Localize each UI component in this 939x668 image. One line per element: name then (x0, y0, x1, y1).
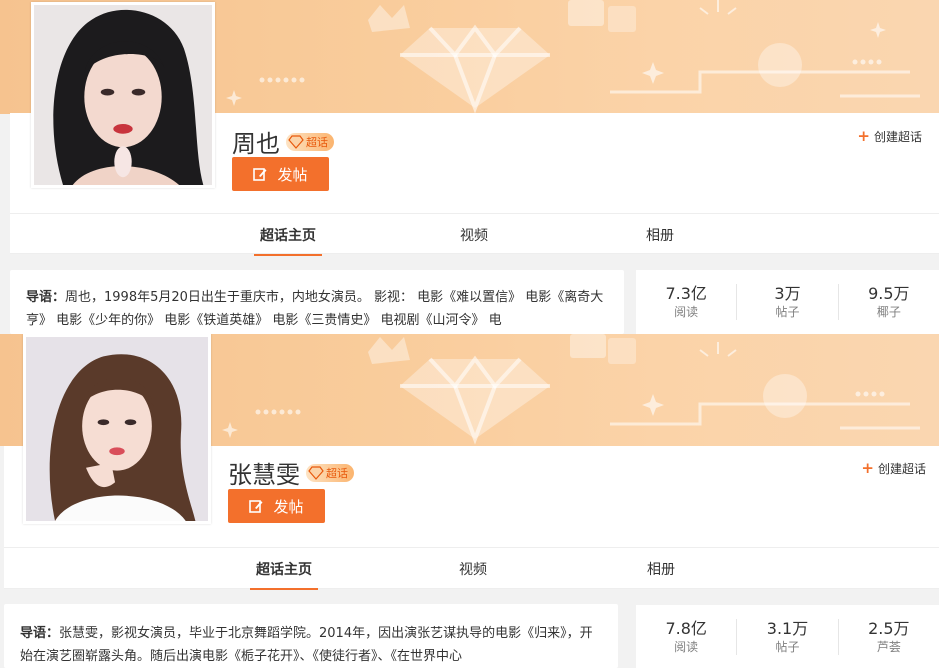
stat-fans: 2.5万 芦荟 (839, 619, 939, 655)
avatar-photo (26, 337, 208, 521)
stat-fans: 9.5万 椰子 (839, 284, 939, 320)
stat-label: 阅读 (674, 639, 699, 654)
post-button[interactable]: 发帖 (228, 489, 325, 523)
stat-posts: 3.1万 帖子 (737, 618, 839, 655)
plus-icon: + (861, 459, 874, 477)
create-supertopic-link[interactable]: + 创建超话 (861, 459, 926, 477)
badge-label: 超话 (326, 466, 348, 480)
diamond-icon (288, 134, 304, 149)
post-button[interactable]: 发帖 (232, 157, 329, 191)
stat-value: 7.8亿 (665, 618, 707, 638)
create-supertopic-link[interactable]: + 创建超话 (857, 127, 922, 145)
stats-box: 7.3亿 阅读 3万 帖子 9.5万 椰子 (636, 270, 939, 334)
edit-icon (253, 168, 267, 181)
post-button-label: 发帖 (273, 497, 304, 516)
tab-video[interactable]: 视频 (459, 559, 487, 579)
stat-value: 3.1万 (766, 618, 809, 638)
tab-bar: 超话主页 视频 相册 (4, 547, 939, 590)
intro-box: 导语：周也，1998年5月20日出生于重庆市，内地女演员。 影视： 电影《难以置… (10, 270, 624, 334)
create-supertopic-label: 创建超话 (877, 461, 926, 476)
stat-label: 椰子 (876, 305, 901, 319)
supertopic-badge: 超话 (286, 132, 334, 151)
stat-label: 阅读 (674, 305, 699, 319)
supertopic-card-zhanghuiwen: 张慧雯 超话 发帖 + 创建超话 超话主页 视频 相册 导语：张慧雯，影视女演员… (0, 334, 939, 668)
edit-icon (249, 500, 263, 513)
intro-text: 周也，1998年5月20日出生于重庆市，内地女演员。 影视： 电影《难以置信》 … (26, 290, 604, 328)
topic-name: 张慧雯 (228, 461, 300, 489)
tab-home[interactable]: 超话主页 (250, 559, 318, 590)
topic-name: 周也 (232, 130, 280, 158)
supertopic-card-zhouye: 周也 超话 发帖 + 创建超话 超话主页 视频 相册 导语：周也，1998年5月… (0, 0, 939, 334)
badge-label: 超话 (306, 135, 328, 149)
diamond-icon (308, 465, 324, 480)
stat-value: 3万 (774, 284, 801, 303)
stat-posts: 3万 帖子 (737, 284, 839, 320)
avatar-photo (34, 5, 212, 185)
avatar (23, 334, 211, 524)
name-row: 周也 超话 (232, 124, 334, 159)
tab-album[interactable]: 相册 (646, 225, 674, 245)
stat-value: 2.5万 (868, 618, 910, 638)
post-button-label: 发帖 (277, 165, 308, 184)
tab-home[interactable]: 超话主页 (254, 225, 322, 256)
tab-album[interactable]: 相册 (647, 559, 675, 579)
plus-icon: + (857, 127, 870, 145)
intro-text: 张慧雯，影视女演员，毕业于北京舞蹈学院。2014年，因出演张艺谋执导的电影《归来… (20, 626, 593, 664)
name-row: 张慧雯 超话 (228, 455, 354, 490)
tab-video[interactable]: 视频 (460, 225, 488, 245)
stat-label: 帖子 (775, 639, 800, 654)
avatar (31, 2, 215, 188)
stats-box: 7.8亿 阅读 3.1万 帖子 2.5万 芦荟 (636, 605, 939, 668)
stat-value: 7.3亿 (665, 284, 707, 303)
intro-label: 导语： (20, 626, 60, 641)
stat-label: 帖子 (775, 305, 800, 319)
supertopic-badge: 超话 (306, 463, 354, 482)
intro-label: 导语： (26, 290, 66, 305)
intro-box: 导语：张慧雯，影视女演员，毕业于北京舞蹈学院。2014年，因出演张艺谋执导的电影… (4, 604, 618, 668)
stat-reads: 7.8亿 阅读 (636, 618, 738, 655)
stat-value: 9.5万 (868, 284, 910, 303)
stat-reads: 7.3亿 阅读 (636, 284, 738, 320)
tab-bar: 超话主页 视频 相册 (10, 213, 939, 256)
create-supertopic-label: 创建超话 (873, 129, 922, 144)
stat-label: 芦荟 (876, 639, 901, 654)
